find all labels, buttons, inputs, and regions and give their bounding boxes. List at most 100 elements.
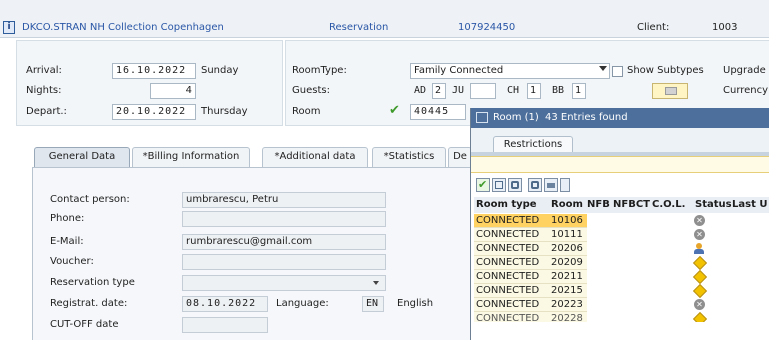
status-blocked-icon: ✕ [694,299,705,310]
departure-day: Thursday [201,106,248,117]
client-label: Client: [637,22,670,33]
col-room[interactable]: Room [551,197,583,213]
roomtype-label: RoomType: [292,65,347,76]
chevron-down-icon[interactable] [599,66,607,71]
status-warning-icon [692,312,708,322]
currency-label: Currency [723,85,769,96]
col-status[interactable]: Status [695,197,732,213]
nights-label: Nights: [26,85,62,96]
col-last-update[interactable]: Last U [732,197,767,213]
room-label: Room [292,106,321,117]
arrival-label: Arrival: [26,65,62,76]
entries-found: 43 Entries found [545,112,628,123]
room-number-cell: 20211 [549,270,587,284]
show-subtypes-label: Show Subtypes [627,65,704,76]
dropdown-icon[interactable] [560,178,570,192]
room-type-cell: CONNECTED [474,256,549,270]
cancel-icon[interactable] [492,178,506,192]
col-nfbct[interactable]: NFBCT [613,197,650,213]
status-blocked-icon: ✕ [694,229,705,240]
room-field[interactable]: 40445 [410,104,466,120]
reservation-type-select[interactable] [182,275,386,291]
nights-field[interactable]: 4 [150,83,196,99]
table-row[interactable]: CONNECTED 20206 [474,242,769,256]
babies-field[interactable]: 1 [572,83,586,99]
tab-additional-data[interactable]: *Additional data [262,147,368,167]
table-row[interactable]: CONNECTED 10106 ✕ [474,214,769,228]
children-field[interactable]: 1 [527,83,541,99]
tab-general-data[interactable]: General Data [34,147,130,167]
room-search-popup: Room (1) 43 Entries found Restrictions ✔… [470,108,769,340]
hotel-name: DKCO.STRAN NH Collection Copenhagen [22,22,224,33]
room-number-cell: 20215 [549,284,587,298]
col-nfb[interactable]: NFB [587,197,610,213]
table-header: Room type Room NFB NFBCT C.O.L. Status L… [474,197,769,213]
roomtype-select[interactable]: Family Connected [410,63,610,79]
phone-field[interactable] [182,211,386,227]
status-warning-icon [692,255,708,271]
col-room-type[interactable]: Room type [476,197,537,213]
arrival-day: Sunday [201,65,239,76]
status-blocked-icon: ✕ [694,215,705,226]
table-row[interactable]: CONNECTED 10111 ✕ [474,228,769,242]
reservation-type-label: Reservation type [50,277,135,288]
find-icon[interactable] [508,178,522,192]
tab-billing-information[interactable]: *Billing Information [132,147,250,167]
phone-label: Phone: [50,213,85,224]
tab-statistics[interactable]: *Statistics [372,147,446,167]
window-icon [476,112,488,123]
contact-person-label: Contact person: [50,194,130,205]
table-row[interactable]: CONNECTED 20209 [474,255,769,271]
ju-label: JU [452,85,465,96]
registration-date-label: Registrat. date: [50,298,128,309]
table-row[interactable]: CONNECTED 20211 [474,269,769,285]
email-field[interactable]: rumbrarescu@gmail.com [182,234,386,250]
ad-label: AD [414,85,427,96]
room-type-cell: CONNECTED [474,228,549,242]
tab-de[interactable]: De [448,147,472,167]
voucher-field[interactable] [182,254,386,270]
info-icon[interactable]: i [3,21,15,34]
confirm-icon[interactable]: ✔ [476,178,490,192]
find-next-icon[interactable] [528,178,542,192]
table-row[interactable]: CONNECTED 20215 [474,283,769,299]
room-number-cell: 20206 [549,242,587,256]
table-row[interactable]: CONNECTED 20223 ✕ [474,298,769,312]
roomtype-value: Family Connected [414,65,504,76]
table-row[interactable]: CONNECTED 20228 [474,312,769,322]
language-code-field[interactable]: EN [362,296,384,312]
room-number-cell: 10111 [549,228,587,242]
language-label: Language: [276,298,329,309]
departure-date-field[interactable]: 20.10.2022 [112,104,196,120]
tab-restrictions[interactable]: Restrictions [493,136,573,152]
cutoff-date-field[interactable] [182,317,268,333]
room-number-cell: 20228 [549,312,587,322]
popup-message-bar [471,156,769,173]
reservation-number: 107924450 [458,22,516,33]
print-icon[interactable] [544,178,558,192]
room-type-cell: CONNECTED [474,298,549,312]
calculator-icon [665,87,677,95]
cutoff-date-label: CUT-OFF date [50,319,119,330]
show-subtypes-checkbox[interactable] [612,66,623,77]
ch-label: CH [507,85,520,96]
arrival-date-field[interactable]: 16.10.2022 [112,63,196,79]
room-type-cell: CONNECTED [474,284,549,298]
voucher-label: Voucher: [50,256,94,267]
email-label: E-Mail: [50,236,84,247]
room-type-cell: CONNECTED [474,270,549,284]
room-number-cell: 20223 [549,298,587,312]
room-number-cell: 10106 [549,214,587,228]
col-col[interactable]: C.O.L. [652,197,685,213]
juniors-field[interactable] [470,83,496,99]
contact-person-field[interactable]: umbrarescu, Petru [182,192,386,208]
client-number: 1003 [712,22,738,33]
adults-field[interactable]: 2 [432,83,446,99]
chevron-down-icon[interactable] [373,281,379,285]
guests-label: Guests: [292,85,330,96]
registration-date-field[interactable]: 08.10.2022 [182,296,268,312]
calculator-button[interactable] [652,83,688,99]
language-name: English [397,298,434,309]
upgrade-label: Upgrade [723,65,766,76]
reservation-label: Reservation [329,22,389,33]
